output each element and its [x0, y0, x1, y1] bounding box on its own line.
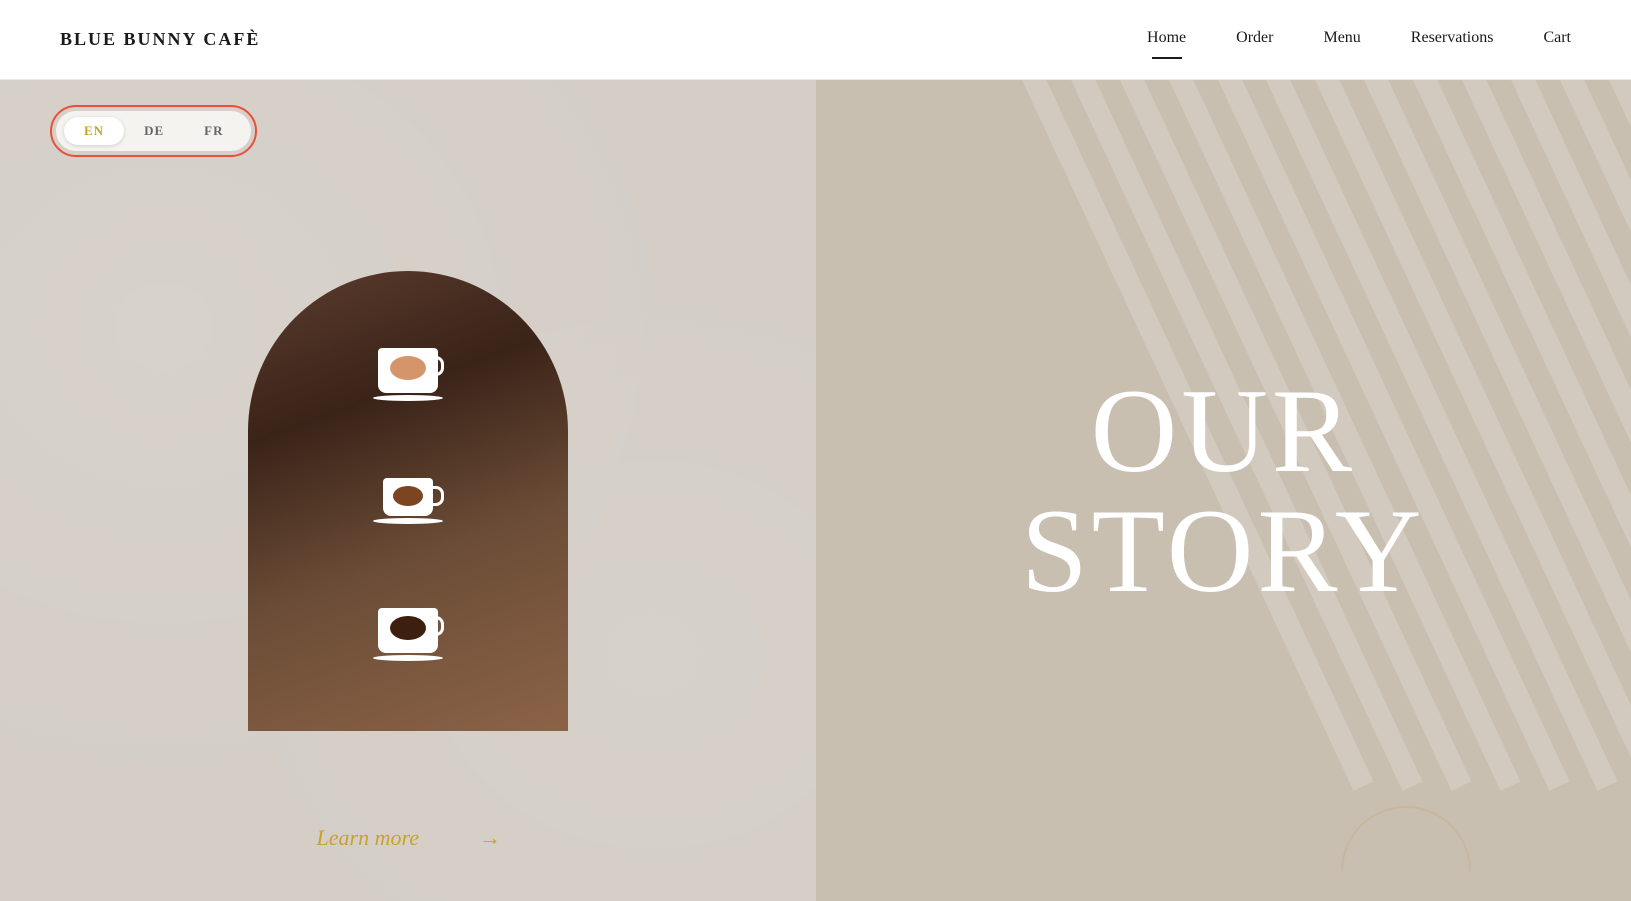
- bean-saucer: [373, 655, 443, 661]
- our-text: OUR: [1021, 371, 1426, 491]
- lang-btn-fr[interactable]: FR: [184, 117, 243, 145]
- bean-cup-body: ✦: [378, 608, 438, 653]
- left-panel: EN DE FR ♥: [0, 80, 816, 901]
- learn-more-section: Learn more →: [317, 825, 499, 851]
- espresso-handle: [430, 486, 444, 506]
- lang-btn-de[interactable]: DE: [124, 117, 184, 145]
- language-switcher-wrapper: EN DE FR: [50, 105, 257, 157]
- nav-item-menu[interactable]: Menu: [1323, 29, 1360, 51]
- espresso-saucer: [373, 518, 443, 524]
- nav-item-reservations[interactable]: Reservations: [1411, 29, 1494, 51]
- latte-saucer: [373, 395, 443, 401]
- main-nav: Home Order Menu Reservations Cart: [1147, 29, 1571, 51]
- latte-cup-body: ♥: [378, 348, 438, 393]
- site-header: BLUE BUNNY CAFÈ Home Order Menu Reservat…: [0, 0, 1631, 80]
- latte-cup: ♥: [368, 348, 448, 403]
- espresso-cup: [368, 478, 448, 533]
- nav-item-order[interactable]: Order: [1236, 29, 1273, 51]
- site-logo: BLUE BUNNY CAFÈ: [60, 29, 260, 50]
- right-panel: OUR STORY: [816, 80, 1631, 901]
- main-content: EN DE FR ♥: [0, 80, 1631, 901]
- nav-item-home[interactable]: Home: [1147, 29, 1186, 51]
- bean-cup: ✦: [368, 608, 448, 663]
- bean-handle: [430, 616, 444, 636]
- arrow-icon: →: [479, 825, 499, 851]
- latte-handle: [430, 356, 444, 376]
- story-text: STORY: [1021, 491, 1426, 611]
- arch-shape: ♥ ✦: [248, 271, 568, 731]
- heart-art: ♥: [394, 354, 422, 376]
- our-story-heading: OUR STORY: [1021, 371, 1426, 611]
- arch-image-container: ♥ ✦: [248, 271, 568, 731]
- learn-more-text[interactable]: Learn more: [317, 825, 419, 851]
- nav-item-cart[interactable]: Cart: [1543, 29, 1571, 51]
- language-switcher: EN DE FR: [56, 111, 251, 151]
- espresso-cup-body: [383, 478, 433, 516]
- lang-btn-en[interactable]: EN: [64, 117, 124, 145]
